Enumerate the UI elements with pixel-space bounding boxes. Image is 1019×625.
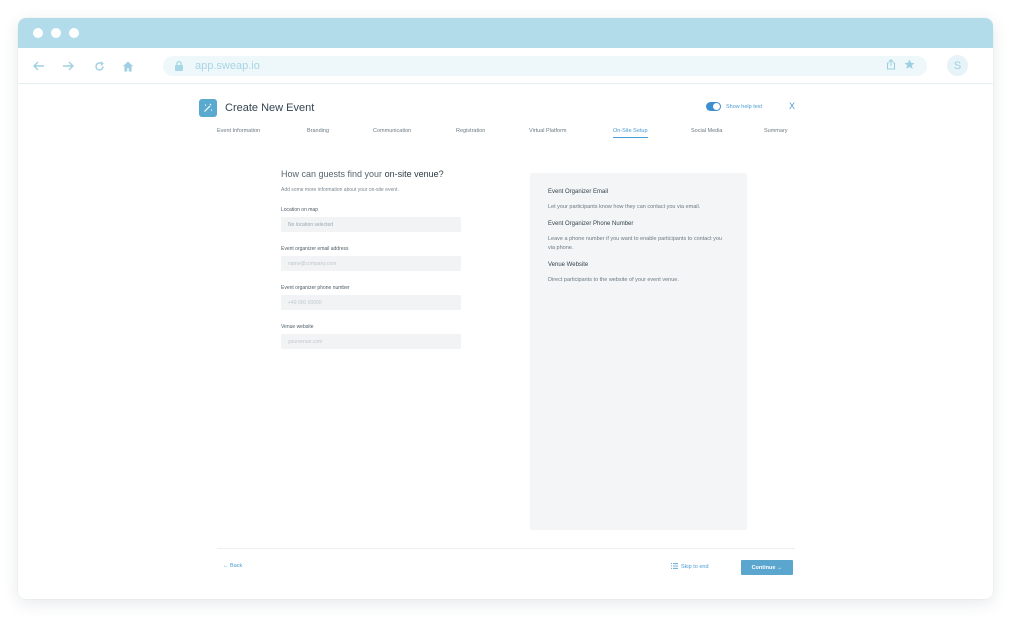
tab-registration[interactable]: Registration (456, 128, 485, 134)
on-site-form: How can guests find your on-site venue? … (281, 169, 461, 359)
help-text-toggle[interactable]: Show help text (706, 102, 762, 111)
magic-wand-icon (199, 99, 217, 117)
reload-icon[interactable] (88, 55, 110, 77)
help-heading: Venue Website (548, 262, 589, 268)
back-button[interactable]: ← Back (223, 563, 242, 569)
form-title: How can guests find your on-site venue? (281, 169, 444, 179)
browser-window: app.sweap.io S Create New Event Show hel… (18, 18, 993, 599)
tab-summary[interactable]: Summary (764, 128, 788, 134)
tab-branding[interactable]: Branding (307, 128, 329, 134)
tab-social-media[interactable]: Social Media (691, 128, 723, 134)
app-header: Create New Event (199, 99, 314, 117)
website-input[interactable]: yourvenue.com (281, 334, 461, 349)
help-text: Direct participants to the website of yo… (548, 277, 679, 283)
field-label: Venue website (281, 324, 314, 330)
phone-field: Event organizer phone number +49 000 000… (281, 285, 461, 310)
help-heading: Event Organizer Phone Number (548, 221, 634, 227)
tab-on-site-setup[interactable]: On-Site Setup (613, 128, 648, 138)
location-map-input[interactable]: No location selected (281, 217, 461, 232)
list-icon (671, 563, 678, 569)
home-icon[interactable] (117, 55, 139, 77)
help-toggle-label: Show help text (726, 103, 763, 110)
help-text: Let your participants know how they can … (548, 204, 701, 210)
close-icon[interactable]: X (787, 101, 797, 111)
browser-toolbar: app.sweap.io S (18, 48, 993, 84)
tab-virtual-platform[interactable]: Virtual Platform (529, 128, 567, 134)
field-label: Event organizer email address (281, 246, 349, 252)
help-panel: Event Organizer Email Let your participa… (530, 173, 747, 530)
share-icon[interactable] (886, 59, 896, 70)
website-field: Venue website yourvenue.com (281, 324, 461, 349)
page-title: Create New Event (225, 102, 315, 114)
footer-divider (217, 548, 795, 549)
continue-button[interactable]: Continue → (741, 560, 793, 575)
tab-event-information[interactable]: Event Information (217, 128, 260, 134)
field-label: Event organizer phone number (281, 285, 350, 291)
lock-icon (175, 60, 183, 71)
phone-input[interactable]: +49 000 00000 (281, 295, 461, 310)
star-icon[interactable] (904, 59, 915, 70)
address-bar[interactable]: app.sweap.io (163, 56, 927, 76)
skip-to-end-button[interactable]: Skip to end (671, 563, 709, 570)
profile-avatar[interactable]: S (947, 55, 968, 76)
forward-arrow-icon[interactable] (57, 55, 79, 77)
toggle-switch[interactable] (706, 102, 721, 111)
help-text: Leave a phone number if you want to enab… (548, 236, 722, 251)
email-field: Event organizer email address name@compa… (281, 246, 461, 271)
location-field: Location on map No location selected (281, 207, 461, 232)
window-maximize-dot[interactable] (69, 28, 79, 38)
email-input[interactable]: name@company.com (281, 256, 461, 271)
back-arrow-icon[interactable] (28, 55, 50, 77)
help-heading: Event Organizer Email (548, 189, 609, 195)
url-text: app.sweap.io (195, 60, 260, 72)
field-label: Location on map (281, 207, 318, 213)
window-close-dot[interactable] (33, 28, 43, 38)
tab-communication[interactable]: Communication (373, 128, 411, 134)
wizard-tabs: Event Information Branding Communication… (217, 128, 795, 140)
window-minimize-dot[interactable] (51, 28, 61, 38)
form-subtitle: Add some more information about your on-… (281, 187, 399, 193)
window-titlebar (18, 18, 993, 48)
